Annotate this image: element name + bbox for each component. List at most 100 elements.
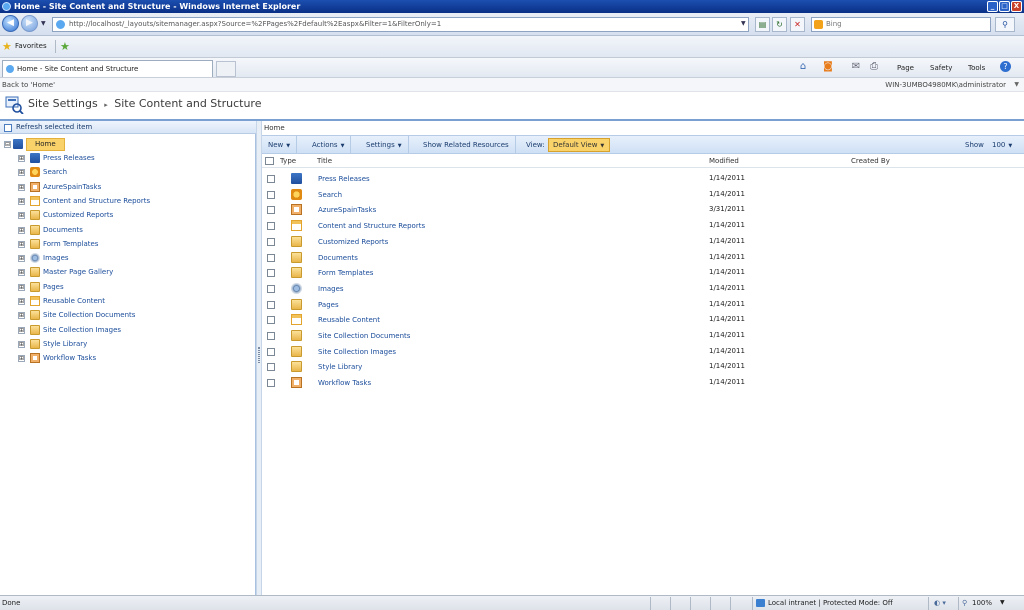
select-all-icon[interactable] xyxy=(265,157,274,165)
list-row[interactable]: Workflow Tasks 1/14/2011 xyxy=(262,375,1024,390)
tree-item-azurespaintasks[interactable]: ⊞ AzureSpainTasks xyxy=(0,180,256,194)
row-title-link[interactable]: Press Releases xyxy=(318,172,370,187)
compatibility-view-icon[interactable]: ▤ xyxy=(755,17,770,32)
collapse-icon[interactable]: ⊟ xyxy=(4,141,11,148)
content-breadcrumb[interactable]: Home xyxy=(262,121,1024,135)
tree-item-press-releases[interactable]: ⊞ Press Releases xyxy=(0,151,256,165)
row-title-link[interactable]: Images xyxy=(318,282,344,297)
list-row[interactable]: Pages 1/14/2011 xyxy=(262,297,1024,312)
expand-icon[interactable]: ⊞ xyxy=(18,183,25,191)
history-dropdown-icon[interactable]: ▼ xyxy=(41,20,46,27)
tree-item-workflow-tasks[interactable]: ⊞ Workflow Tasks xyxy=(0,351,256,365)
row-title-link[interactable]: Documents xyxy=(318,251,358,266)
list-row[interactable]: Style Library 1/14/2011 xyxy=(262,359,1024,374)
refresh-icon[interactable]: ↻ xyxy=(772,17,787,32)
tree-item-site-collection-images[interactable]: ⊞ Site Collection Images xyxy=(0,323,256,337)
tree-item-home[interactable]: ⊟ Home xyxy=(0,137,256,151)
row-title-link[interactable]: Workflow Tasks xyxy=(318,376,371,391)
tools-menu[interactable]: Tools xyxy=(968,62,985,74)
help-icon[interactable]: ? xyxy=(1000,61,1011,72)
search-input[interactable]: Bing xyxy=(811,17,991,32)
chevron-down-icon[interactable]: ▼ xyxy=(1014,78,1019,92)
expand-icon[interactable]: ⊞ xyxy=(18,212,25,220)
actions-menu[interactable]: Actions ▼ xyxy=(306,136,352,154)
list-row[interactable]: Images 1/14/2011 xyxy=(262,281,1024,296)
row-checkbox[interactable] xyxy=(267,332,275,340)
safety-menu[interactable]: Safety xyxy=(930,62,952,74)
expand-icon[interactable]: ⊞ xyxy=(18,269,25,277)
row-checkbox[interactable] xyxy=(267,347,275,356)
row-checkbox[interactable] xyxy=(267,206,275,215)
tree-item-style-library[interactable]: ⊞ Style Library xyxy=(0,337,256,351)
row-title-link[interactable]: Site Collection Documents xyxy=(318,329,410,344)
expand-icon[interactable]: ⊞ xyxy=(18,255,25,263)
minimize-button[interactable]: _ xyxy=(987,1,998,12)
row-checkbox[interactable] xyxy=(267,284,275,293)
zoom-level[interactable]: 100% xyxy=(972,596,992,610)
tab-home[interactable]: Home - Site Content and Structure xyxy=(2,60,213,77)
expand-icon[interactable]: ⊞ xyxy=(18,283,25,291)
list-row[interactable]: Press Releases 1/14/2011 xyxy=(262,171,1024,186)
row-checkbox[interactable] xyxy=(267,269,275,278)
tree-item-content-and-structure-reports[interactable]: ⊞ Content and Structure Reports xyxy=(0,194,256,208)
address-bar[interactable]: http://localhost/_layouts/sitemanager.as… xyxy=(52,17,749,32)
expand-icon[interactable]: ⊞ xyxy=(18,355,25,363)
expand-icon[interactable]: ⊞ xyxy=(18,197,25,205)
back-to-home-link[interactable]: Back to 'Home' xyxy=(2,81,55,89)
row-checkbox[interactable] xyxy=(267,316,275,325)
column-title[interactable]: Title xyxy=(317,154,332,168)
page-menu[interactable]: Page xyxy=(897,62,914,74)
tree-item-master-page-gallery[interactable]: ⊞ Master Page Gallery xyxy=(0,265,256,279)
favorites-button[interactable]: Favorites xyxy=(15,41,47,52)
column-modified[interactable]: Modified xyxy=(709,154,739,168)
tree-item-reusable-content[interactable]: ⊞ Reusable Content xyxy=(0,294,256,308)
back-button[interactable]: ◀ xyxy=(2,15,19,32)
tree-item-search[interactable]: ⊞ Search xyxy=(0,165,256,179)
row-checkbox[interactable] xyxy=(267,379,275,388)
row-checkbox[interactable] xyxy=(267,363,275,372)
home-icon[interactable]: ⌂ xyxy=(797,61,809,73)
list-row[interactable]: Form Templates 1/14/2011 xyxy=(262,265,1024,280)
settings-menu[interactable]: Settings ▼ xyxy=(360,136,409,154)
new-menu[interactable]: New ▼ xyxy=(262,136,298,154)
list-row[interactable]: AzureSpainTasks 3/31/2011 xyxy=(262,202,1024,217)
expand-icon[interactable]: ⊞ xyxy=(18,169,25,177)
show-related-resources-button[interactable]: Show Related Resources xyxy=(417,136,516,154)
row-title-link[interactable]: Pages xyxy=(318,298,339,313)
forward-button[interactable]: ▶ xyxy=(21,15,38,32)
item-count-selector[interactable]: 100 ▼ xyxy=(992,136,1012,155)
stop-icon[interactable]: ✕ xyxy=(790,17,805,32)
list-row[interactable]: Search 1/14/2011 xyxy=(262,187,1024,202)
row-title-link[interactable]: Style Library xyxy=(318,360,362,375)
protected-mode-icon[interactable]: ◐ ▾ xyxy=(934,596,946,610)
user-menu[interactable]: WIN-3UMBO4980MK\administrator xyxy=(885,78,1006,92)
address-dropdown-icon[interactable]: ▼ xyxy=(741,20,746,27)
expand-icon[interactable]: ⊞ xyxy=(18,312,25,320)
expand-icon[interactable]: ⊞ xyxy=(18,226,25,234)
list-row[interactable]: Reusable Content 1/14/2011 xyxy=(262,312,1024,327)
maximize-button[interactable]: □ xyxy=(999,1,1010,12)
feeds-icon[interactable]: ◙ xyxy=(822,61,834,73)
expand-icon[interactable]: ⊞ xyxy=(18,298,25,305)
tree-item-customized-reports[interactable]: ⊞ Customized Reports xyxy=(0,208,256,222)
expand-icon[interactable]: ⊞ xyxy=(18,155,25,162)
search-icon[interactable]: ⚲ xyxy=(995,17,1015,32)
print-icon[interactable]: ⎙ xyxy=(868,61,880,73)
close-window-button[interactable]: X xyxy=(1011,1,1022,12)
row-checkbox[interactable] xyxy=(267,253,275,262)
tree-item-documents[interactable]: ⊞ Documents xyxy=(0,223,256,237)
row-checkbox[interactable] xyxy=(267,237,275,246)
expand-icon[interactable]: ⊞ xyxy=(18,326,25,334)
column-created-by[interactable]: Created By xyxy=(851,154,890,168)
refresh-selected-item-button[interactable]: Refresh selected item xyxy=(0,121,256,134)
view-selector[interactable]: Default View ▼ xyxy=(548,138,610,152)
tree-item-images[interactable]: ⊞ Images xyxy=(0,251,256,265)
row-checkbox[interactable] xyxy=(267,175,275,183)
column-type[interactable]: Type xyxy=(280,154,296,168)
site-settings-link[interactable]: Site Settings xyxy=(28,97,98,110)
tree-item-pages[interactable]: ⊞ Pages xyxy=(0,280,256,294)
security-zone[interactable]: Local intranet | Protected Mode: Off xyxy=(768,596,893,610)
row-title-link[interactable]: Site Collection Images xyxy=(318,345,396,360)
row-title-link[interactable]: Search xyxy=(318,188,342,203)
row-checkbox[interactable] xyxy=(267,190,275,199)
